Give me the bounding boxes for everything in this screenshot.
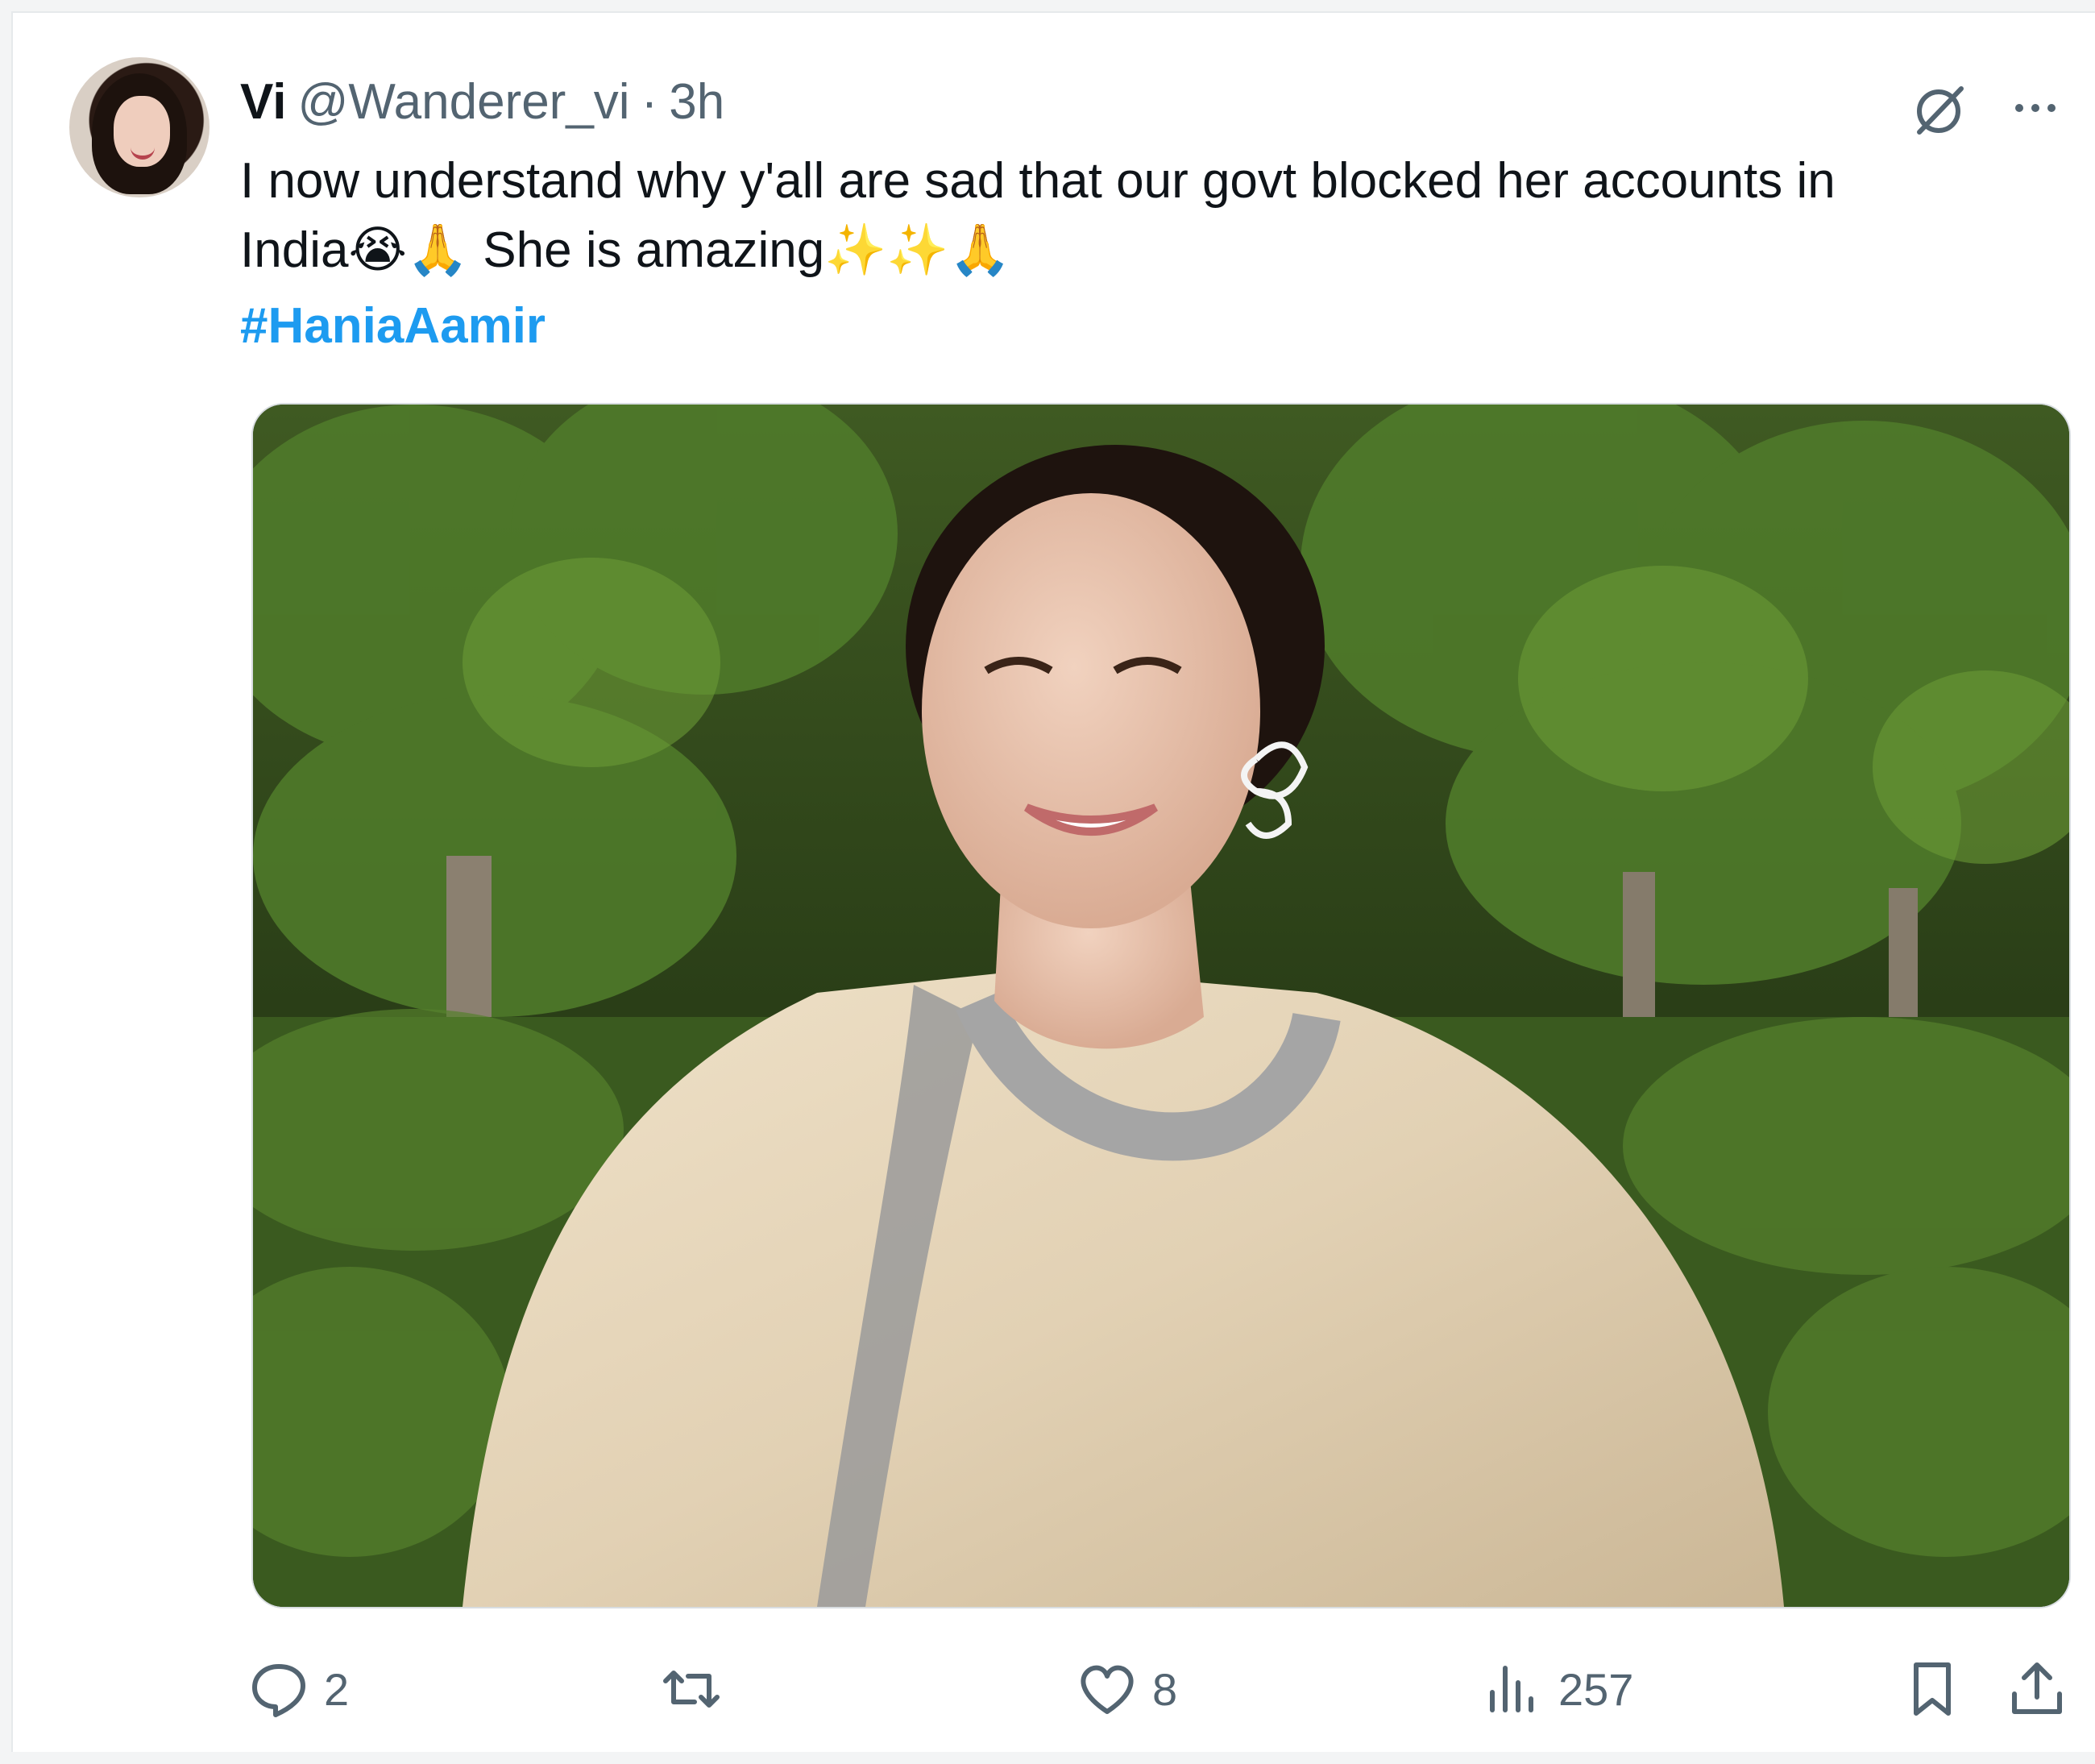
like-count: 8 — [1152, 1663, 1178, 1715]
reply-icon — [252, 1664, 305, 1717]
bookmark-button[interactable] — [1900, 1649, 1964, 1729]
views-icon — [1490, 1666, 1533, 1712]
tweet-text: I now understand why y'all are sad that … — [240, 147, 2045, 285]
bookmark-icon — [1914, 1662, 1951, 1716]
tweet-text-line-1: I now understand why y'all are sad that … — [240, 153, 1836, 209]
tweet-card[interactable]: Vi @Wanderer_vi · 3h I now understand wh… — [11, 11, 2095, 1752]
reply-count: 2 — [324, 1663, 350, 1715]
separator-dot: · — [641, 74, 658, 130]
like-button[interactable]: 8 — [1075, 1649, 1177, 1729]
reply-button[interactable]: 2 — [247, 1649, 349, 1729]
share-icon — [2012, 1662, 2062, 1714]
photo-illustration — [253, 405, 2069, 1607]
retweet-button[interactable] — [659, 1649, 736, 1729]
more-icon[interactable] — [2002, 84, 2069, 132]
author-name[interactable]: Vi — [240, 74, 286, 131]
author-handle[interactable]: @Wanderer_vi — [297, 74, 629, 131]
hashtag-link[interactable]: #HaniaAamir — [240, 292, 546, 361]
tweet-text-line-2: India😭🙏 She is amazing✨✨🙏 — [240, 222, 1011, 278]
action-bar: 2 8 257 — [240, 1649, 2085, 1729]
views-button[interactable]: 257 — [1481, 1649, 1633, 1729]
like-icon — [1081, 1665, 1134, 1714]
retweet-icon — [663, 1671, 720, 1708]
tweet-header: Vi @Wanderer_vi · 3h — [240, 74, 724, 131]
tweet-photo[interactable] — [251, 403, 2071, 1608]
grok-icon[interactable] — [1908, 77, 1973, 142]
view-count: 257 — [1558, 1663, 1634, 1715]
avatar[interactable] — [69, 57, 210, 197]
timestamp[interactable]: 3h — [669, 74, 724, 131]
share-button[interactable] — [2005, 1649, 2069, 1729]
